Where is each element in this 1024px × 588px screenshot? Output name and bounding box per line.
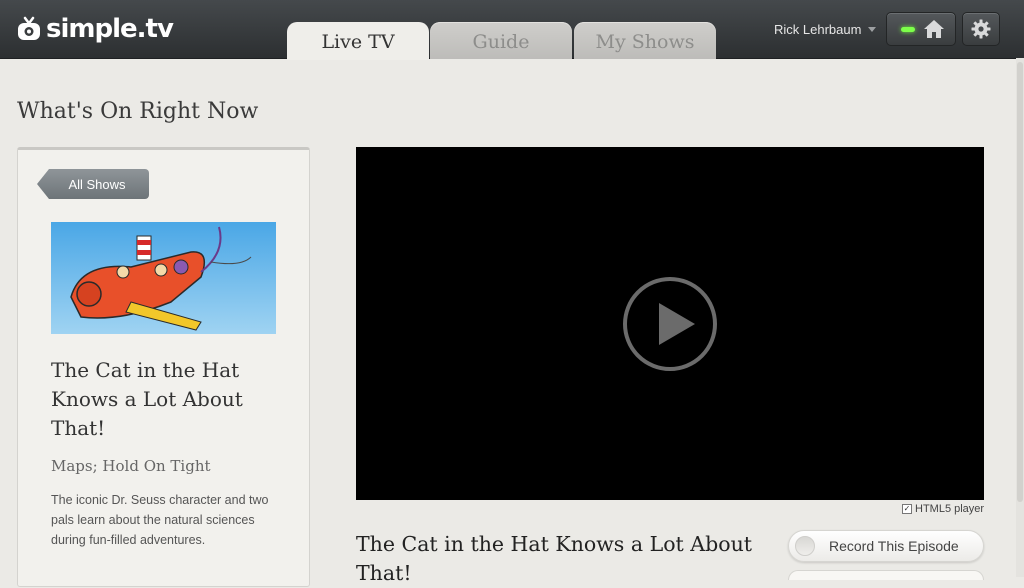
home-icon — [923, 19, 945, 44]
tab-my-shows[interactable]: My Shows — [574, 22, 716, 59]
user-name: Rick Lehrbaum — [774, 22, 862, 37]
scrollbar-thumb[interactable] — [1017, 62, 1023, 502]
top-bar: simple.tv Live TV Guide My Shows Rick Le… — [0, 0, 1024, 60]
html5-player-label: HTML5 player — [915, 503, 985, 515]
chevron-down-icon — [868, 27, 877, 32]
all-shows-label: All Shows — [68, 176, 126, 192]
episode-title: Maps; Hold On Tight — [51, 457, 211, 475]
tab-label: My Shows — [595, 30, 695, 53]
user-menu[interactable]: Rick Lehrbaum — [774, 22, 877, 37]
record-episode-button[interactable]: Record This Episode — [788, 530, 984, 562]
tab-guide[interactable]: Guide — [430, 22, 572, 59]
logo[interactable]: simple.tv — [16, 12, 174, 46]
tv-logo-icon — [16, 16, 42, 42]
show-description: The iconic Dr. Seuss character and two p… — [51, 493, 269, 547]
tab-label: Live TV — [321, 31, 395, 53]
all-shows-button[interactable]: All Shows — [37, 169, 149, 199]
back-arrow-icon — [37, 169, 49, 199]
record-episode-label: Record This Episode — [829, 538, 959, 554]
secondary-action-button[interactable] — [788, 570, 984, 580]
checkbox-checked-icon[interactable]: ✓ — [902, 504, 912, 514]
logo-text: simple.tv — [46, 14, 174, 44]
status-led-icon — [901, 27, 915, 32]
page-title: What's On Right Now — [17, 99, 259, 124]
gear-icon — [971, 19, 991, 44]
play-icon[interactable] — [622, 276, 718, 372]
show-title: The Cat in the Hat Knows a Lot About Tha… — [51, 358, 243, 440]
video-player[interactable] — [356, 147, 984, 500]
tab-label: Guide — [472, 30, 530, 53]
show-thumbnail — [51, 222, 276, 334]
settings-button[interactable] — [962, 12, 1000, 46]
record-icon — [795, 536, 815, 556]
html5-player-toggle[interactable]: ✓ HTML5 player — [902, 503, 984, 515]
tab-live-tv[interactable]: Live TV — [287, 22, 429, 60]
main-show-title: The Cat in the Hat Knows a Lot About Tha… — [356, 532, 753, 585]
home-button[interactable] — [886, 12, 956, 46]
